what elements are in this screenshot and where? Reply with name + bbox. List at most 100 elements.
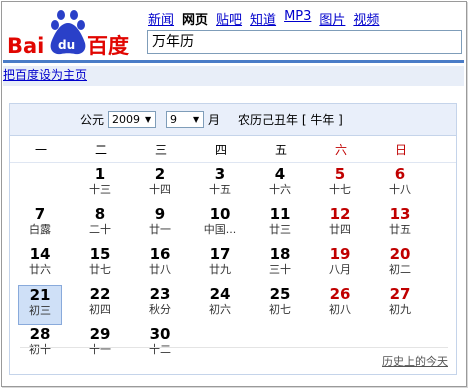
day-number: 20	[389, 245, 411, 263]
calendar-day[interactable]: 27 初九	[378, 285, 422, 325]
calendar-day[interactable]: 25 初七	[258, 285, 302, 325]
history-today-link[interactable]: 历史上的今天	[382, 353, 448, 369]
day-number: 27	[389, 285, 411, 303]
nav-item-6[interactable]: 视频	[353, 9, 379, 28]
day-number: 22	[89, 285, 111, 303]
lunar-day: 初四	[89, 303, 111, 316]
calendar-day[interactable]: 14 廿六	[18, 245, 62, 285]
lunar-day: 廿八	[149, 263, 171, 276]
day-number: 2	[154, 165, 166, 183]
chevron-down-icon: ▼	[144, 115, 152, 124]
weekday-6: 日	[394, 142, 407, 157]
lunar-day: 十七	[329, 183, 351, 196]
chevron-down-icon: ▼	[192, 115, 200, 124]
day-number: 11	[269, 205, 291, 223]
day-number: 30	[149, 325, 171, 343]
lunar-day: 初二	[389, 263, 411, 276]
lunar-day: 二十	[89, 223, 111, 236]
lunar-day: 廿七	[89, 263, 111, 276]
calendar-day[interactable]: 3 十五	[198, 165, 242, 205]
day-number: 18	[269, 245, 291, 263]
lunar-day: 廿九	[209, 263, 231, 276]
day-number: 8	[94, 205, 106, 223]
lunar-day: 十六	[269, 183, 291, 196]
svg-text:百度: 百度	[87, 34, 129, 58]
calendar-day[interactable]: 7 白露	[18, 205, 62, 245]
calendar-day[interactable]: 22 初四	[78, 285, 122, 325]
lunar-day: 十一	[89, 343, 111, 356]
nav-item-1: 网页	[182, 13, 209, 28]
calendar-day[interactable]: 21 初三	[18, 285, 62, 325]
lunar-day: 初十	[29, 343, 51, 356]
nav-item-3[interactable]: 知道	[250, 9, 276, 28]
baidu-logo[interactable]: du Bai 百度	[5, 9, 137, 61]
calendar-day[interactable]: 6 十八	[378, 165, 422, 205]
lunar-day: 秋分	[149, 303, 171, 316]
day-number: 9	[154, 205, 166, 223]
day-number: 3	[214, 165, 226, 183]
nav-item-0[interactable]: 新闻	[148, 9, 174, 28]
nav-item-2[interactable]: 贴吧	[216, 9, 242, 28]
calendar-day[interactable]: 15 廿七	[78, 245, 122, 285]
calendar-day[interactable]: 29 十一	[78, 325, 122, 365]
calendar-day[interactable]: 20 初二	[378, 245, 422, 285]
day-number: 21	[29, 286, 51, 304]
lunar-day: 廿三	[269, 223, 291, 236]
day-number: 28	[29, 325, 51, 343]
calendar-day[interactable]: 16 廿八	[138, 245, 182, 285]
calendar-day[interactable]: 11 廿三	[258, 205, 302, 245]
calendar-day[interactable]: 5 十七	[318, 165, 362, 205]
calendar-day[interactable]: 12 廿四	[318, 205, 362, 245]
weekday-4: 五	[274, 142, 287, 157]
svg-text:du: du	[58, 38, 75, 52]
calendar-day[interactable]: 19 八月	[318, 245, 362, 285]
nav-item-5[interactable]: 图片	[319, 9, 345, 28]
month-select[interactable]: 9 ▼	[166, 111, 205, 128]
calendar-day[interactable]: 23 秋分	[138, 285, 182, 325]
calendar-day[interactable]: 8 二十	[78, 205, 122, 245]
day-number: 29	[89, 325, 111, 343]
calendar-day[interactable]: 26 初八	[318, 285, 362, 325]
lunar-day: 廿一	[149, 223, 171, 236]
lunar-day: 十三	[89, 183, 111, 196]
calendar-day[interactable]: 30 十二	[138, 325, 182, 365]
calendar-day[interactable]: 18 三十	[258, 245, 302, 285]
day-number: 24	[209, 285, 231, 303]
top-nav: 新闻 网页 贴吧 知道 MP3 图片 视频	[148, 9, 387, 28]
lunar-day: 白露	[29, 223, 51, 236]
calendar-day[interactable]: 2 十四	[138, 165, 182, 205]
calendar-day[interactable]: 10 中国...	[198, 205, 242, 245]
lunar-day: 初八	[329, 303, 351, 316]
day-number: 4	[274, 165, 286, 183]
calendar-day[interactable]: 17 廿九	[198, 245, 242, 285]
year-select[interactable]: 2009 ▼	[108, 111, 157, 128]
day-number: 7	[34, 205, 46, 223]
lunar-day: 中国...	[203, 223, 237, 236]
day-number: 25	[269, 285, 291, 303]
baidu-paw-icon: du Bai 百度	[7, 10, 129, 58]
day-number: 12	[329, 205, 351, 223]
calendar-day[interactable]: 9 廿一	[138, 205, 182, 245]
calendar-day[interactable]: 28 初十	[18, 325, 62, 365]
year-value: 2009	[112, 113, 141, 126]
weekday-5: 六	[334, 142, 347, 157]
lunar-day: 廿六	[29, 263, 51, 276]
search-input[interactable]: 万年历	[147, 30, 462, 54]
lunar-day: 八月	[329, 263, 351, 276]
lunar-day: 廿四	[329, 223, 351, 236]
calendar-day[interactable]: 4 十六	[258, 165, 302, 205]
weekday-header: 一二三四五六日	[10, 136, 456, 163]
day-number: 1	[94, 165, 106, 183]
header-divider	[3, 60, 464, 63]
calendar-day[interactable]: 13 廿五	[378, 205, 422, 245]
day-number: 17	[209, 245, 231, 263]
nav-item-4[interactable]: MP3	[284, 9, 311, 28]
day-number: 14	[29, 245, 51, 263]
lunar-day: 十八	[389, 183, 411, 196]
lunar-day: 初三	[29, 304, 51, 317]
lunar-day: 初七	[269, 303, 291, 316]
set-home-link[interactable]: 把百度设为主页	[3, 68, 87, 82]
calendar-day[interactable]: 24 初六	[198, 285, 242, 325]
calendar-day[interactable]: 1 十三	[78, 165, 122, 205]
lunar-day: 三十	[269, 263, 291, 276]
